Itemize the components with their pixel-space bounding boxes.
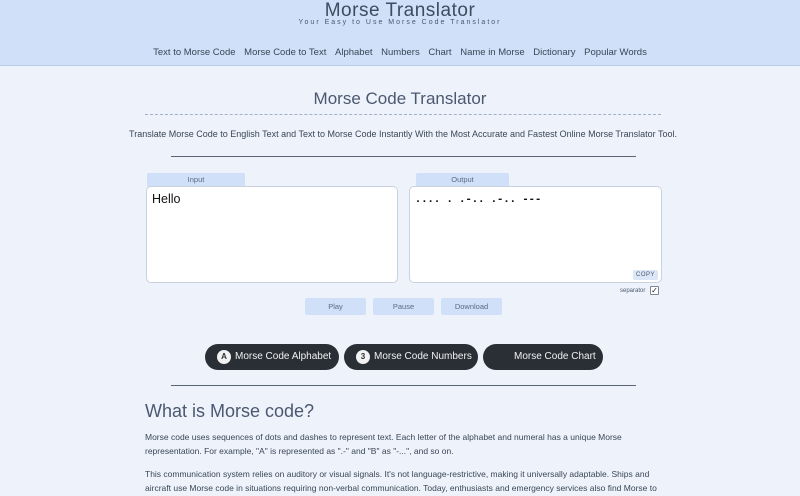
pause-button[interactable]: Pause [373,298,434,315]
numbers-link-button[interactable]: 3 Morse Code Numbers [344,344,478,370]
divider [171,156,636,157]
letter-a-icon: A [217,350,231,364]
input-label: Input [147,173,245,187]
separator-checkbox[interactable]: ✓ [650,286,659,295]
article-heading: What is Morse code? [145,401,315,421]
chart-link-label: Morse Code Chart [514,351,596,362]
play-button[interactable]: Play [305,298,366,315]
alphabet-link-button[interactable]: A Morse Code Alphabet [205,344,339,370]
divider [171,385,636,386]
separator-label: separator [620,288,646,294]
checkmark-icon: ✓ [651,286,658,295]
input-textarea[interactable]: Hello [146,186,398,283]
nav-popular-words[interactable]: Popular Words [584,47,647,58]
nav-morse-to-text[interactable]: Morse Code to Text [244,47,326,58]
article-paragraph: This communication system relies on audi… [145,469,657,493]
output-value: .... . .-.. .-.. --- [415,194,542,205]
nav-alphabet[interactable]: Alphabet [335,47,373,58]
nav-name-in-morse[interactable]: Name in Morse [460,47,524,58]
nav-chart[interactable]: Chart [428,47,451,58]
nav-dictionary[interactable]: Dictionary [533,47,575,58]
copy-button[interactable]: COPY [633,270,658,280]
alphabet-link-label: Morse Code Alphabet [235,351,332,362]
title-divider [145,114,661,115]
number-3-icon: 3 [356,350,370,364]
chart-link-button[interactable]: Morse Code Chart [483,344,603,370]
site-tagline: Your Easy to Use Morse Code Translator [298,19,502,26]
main-nav: Text to Morse Code Morse Code to Text Al… [0,47,800,58]
input-value: Hello [152,192,181,206]
article-paragraph: Morse code uses sequences of dots and da… [145,432,622,456]
site-header: Morse Translator Your Easy to Use Morse … [0,0,800,66]
page-title: Morse Code Translator [313,89,487,108]
output-label: Output [416,173,509,187]
output-textarea[interactable]: .... . .-.. .-.. --- COPY [409,186,662,283]
nav-numbers[interactable]: Numbers [381,47,420,58]
download-button[interactable]: Download [441,298,502,315]
intro-text: Translate Morse Code to English Text and… [129,129,677,139]
nav-text-to-morse[interactable]: Text to Morse Code [153,47,235,58]
numbers-link-label: Morse Code Numbers [374,351,472,362]
